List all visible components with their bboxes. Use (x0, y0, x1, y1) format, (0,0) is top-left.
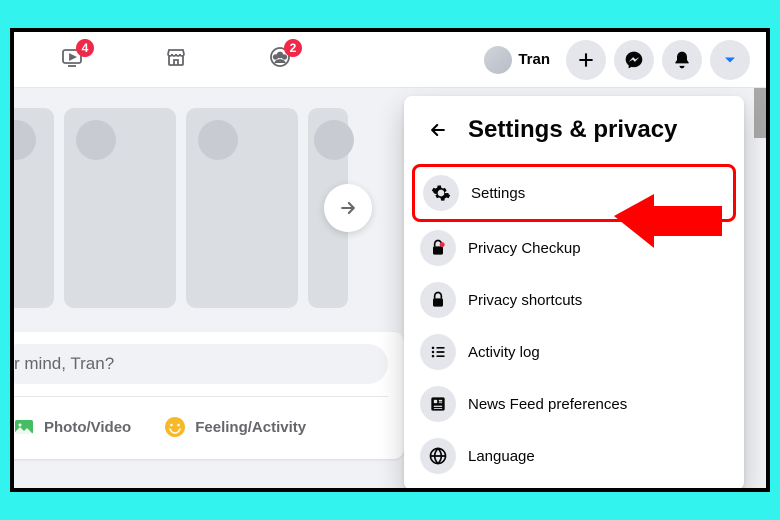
composer: r mind, Tran? Photo/Video Feeling/Activi… (14, 332, 404, 459)
arrow-left-icon (428, 120, 448, 140)
plus-icon (576, 50, 596, 70)
story-card[interactable] (64, 108, 176, 308)
right-icons: Tran (480, 40, 750, 80)
feed-icon (420, 386, 456, 422)
photo-video-icon (14, 415, 36, 439)
composer-photo-label: Photo/Video (44, 419, 131, 436)
avatar (484, 46, 512, 74)
menu-item-activity-log[interactable]: Activity log (412, 326, 736, 378)
story-avatar (14, 120, 36, 160)
menu-item-privacy-checkup[interactable]: Privacy Checkup (412, 222, 736, 274)
groups-badge: 2 (284, 39, 302, 57)
nav-watch[interactable]: 4 (60, 45, 84, 74)
profile-name: Tran (518, 51, 550, 68)
story-avatar (314, 120, 354, 160)
lock-icon (420, 282, 456, 318)
settings-privacy-dropdown: Settings & privacy Settings Privacy Chec… (404, 96, 744, 488)
menu-label: Settings (471, 185, 525, 202)
messenger-button[interactable] (614, 40, 654, 80)
composer-feeling-label: Feeling/Activity (195, 419, 306, 436)
menu-label: News Feed preferences (468, 396, 627, 413)
watch-badge: 4 (76, 39, 94, 57)
account-menu-button[interactable] (710, 40, 750, 80)
menu-item-language[interactable]: Language (412, 430, 736, 482)
menu-label: Language (468, 448, 535, 465)
globe-icon (420, 438, 456, 474)
menu-item-privacy-shortcuts[interactable]: Privacy shortcuts (412, 274, 736, 326)
menu-label: Privacy shortcuts (468, 292, 582, 309)
nav-marketplace[interactable] (164, 45, 188, 74)
nav-groups[interactable]: 2 (268, 45, 292, 74)
marketplace-icon (164, 45, 188, 69)
nav-icons: 4 2 (60, 45, 292, 74)
messenger-icon (624, 50, 644, 70)
stories-next-button[interactable] (324, 184, 372, 232)
create-button[interactable] (566, 40, 606, 80)
menu-label: Privacy Checkup (468, 240, 581, 257)
lock-heart-icon (420, 230, 456, 266)
menu-item-news-feed-preferences[interactable]: News Feed preferences (412, 378, 736, 430)
composer-feeling[interactable]: Feeling/Activity (151, 407, 318, 447)
dropdown-header: Settings & privacy (412, 104, 736, 164)
gear-icon (423, 175, 459, 211)
story-avatar (198, 120, 238, 160)
notifications-button[interactable] (662, 40, 702, 80)
dropdown-title: Settings & privacy (468, 116, 677, 144)
list-icon (420, 334, 456, 370)
composer-photo-video[interactable]: Photo/Video (14, 407, 143, 447)
story-card[interactable] (14, 108, 54, 308)
story-card[interactable] (186, 108, 298, 308)
feeling-icon (163, 415, 187, 439)
composer-input[interactable]: r mind, Tran? (14, 344, 388, 384)
bell-icon (672, 50, 692, 70)
topbar: 4 2 Tran (14, 32, 766, 88)
menu-label: Activity log (468, 344, 540, 361)
caret-down-icon (720, 50, 740, 70)
back-button[interactable] (420, 112, 456, 148)
profile-chip[interactable]: Tran (480, 42, 558, 78)
menu-item-settings[interactable]: Settings (412, 164, 736, 222)
story-card[interactable] (308, 108, 348, 308)
arrow-right-icon (338, 198, 358, 218)
story-avatar (76, 120, 116, 160)
composer-actions: Photo/Video Feeling/Activity (14, 396, 388, 447)
